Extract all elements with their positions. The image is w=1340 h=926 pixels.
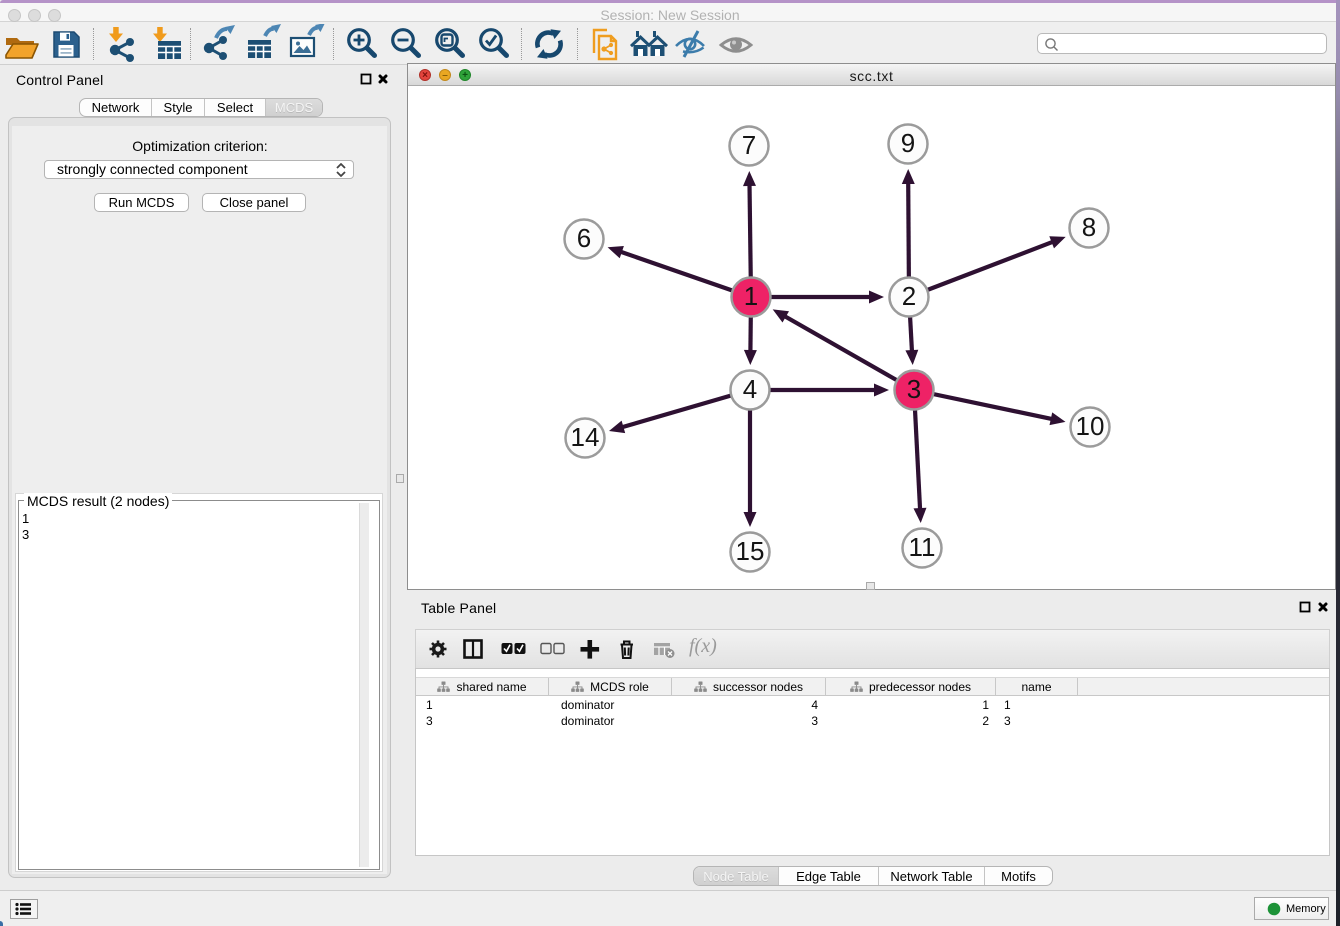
svg-text:10: 10: [1076, 411, 1105, 441]
svg-text:4: 4: [743, 374, 757, 404]
svg-text:8: 8: [1082, 212, 1096, 242]
svg-text:2: 2: [902, 281, 916, 311]
svg-text:14: 14: [571, 422, 600, 452]
svg-text:7: 7: [742, 130, 756, 160]
svg-text:11: 11: [909, 532, 936, 562]
svg-text:3: 3: [907, 374, 921, 404]
svg-text:6: 6: [577, 223, 591, 253]
svg-text:1: 1: [744, 281, 758, 311]
svg-text:9: 9: [901, 128, 915, 158]
svg-text:15: 15: [736, 536, 765, 566]
